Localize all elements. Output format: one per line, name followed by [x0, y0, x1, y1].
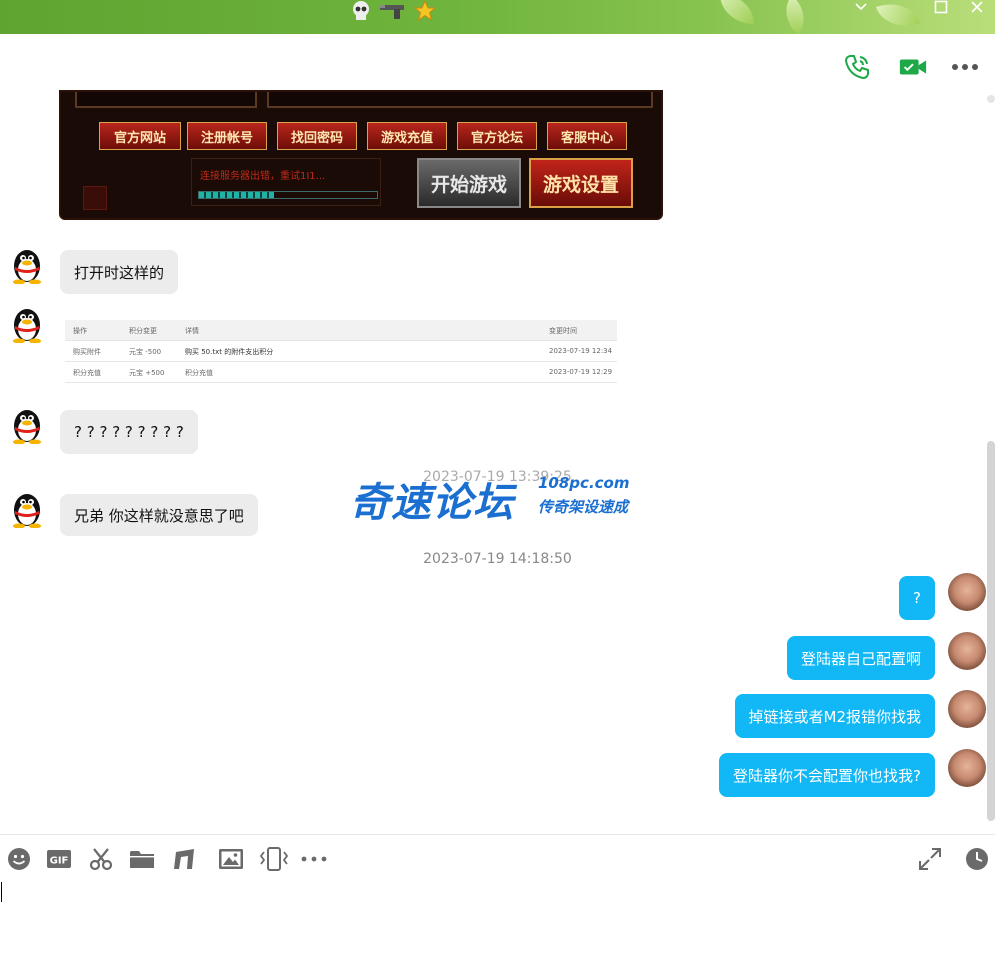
table-header: 操作 [73, 327, 87, 335]
qq-avatar[interactable] [9, 246, 45, 285]
scrollbar-thumb[interactable] [987, 441, 995, 821]
message-text: 打开时这样的 [74, 263, 165, 282]
message-bubble-sent[interactable]: ? [899, 576, 935, 620]
message-text: ? [913, 589, 921, 607]
watermark-title: 奇速论坛 [350, 480, 514, 526]
video-call-icon[interactable] [898, 52, 928, 82]
expand-icon[interactable] [917, 846, 943, 872]
game-status-text: 连接服务器出错，重试1I1... [200, 171, 326, 182]
title-icons [350, 0, 437, 27]
phone-icon[interactable] [842, 52, 872, 82]
text-input-caret[interactable] [1, 882, 2, 902]
table-header-row: 操作 积分变更 详情 变更时间 [65, 320, 617, 341]
watermark-subtitle: 传奇架设速成 [538, 498, 629, 516]
scissors-icon[interactable] [88, 846, 114, 872]
user-avatar[interactable] [948, 632, 986, 670]
table-cell: 积分充值 [73, 369, 101, 377]
maximize-icon[interactable] [926, 0, 956, 20]
close-icon[interactable] [962, 0, 992, 20]
game-launcher-screenshot[interactable]: 官方网站 注册帐号 找回密码 游戏充值 官方论坛 客服中心 连接服务器出错，重试… [59, 90, 663, 220]
game-progress-bar [198, 191, 378, 199]
frame-decoration [75, 92, 257, 108]
message-text: ? ? ? ? ? ? ? ? ? [74, 423, 184, 441]
chevron-down-icon[interactable] [846, 0, 876, 20]
game-button-recover: 找回密码 [277, 122, 357, 150]
image-icon[interactable] [218, 846, 244, 872]
message-text: 兄弟 你这样就没意思了吧 [74, 506, 244, 525]
watermark-url: 108pc.com [538, 474, 630, 492]
game-progress-fill [199, 192, 274, 198]
emoji-icon[interactable] [6, 846, 32, 872]
message-text: 掉链接或者M2报错你找我 [748, 707, 922, 726]
game-settings-button: 游戏设置 [529, 158, 633, 208]
more-tools-icon[interactable] [301, 846, 327, 872]
frame-decoration [267, 92, 653, 108]
message-bubble-received[interactable]: 打开时这样的 [60, 250, 179, 294]
gun-icon [378, 0, 408, 27]
table-cell: 元宝 +500 [129, 369, 165, 377]
message-bubble-sent[interactable]: 掉链接或者M2报错你找我 [734, 694, 935, 738]
scrollbar-arrow[interactable] [987, 95, 995, 103]
qq-avatar[interactable] [9, 305, 45, 344]
game-button-recharge: 游戏充值 [367, 122, 447, 150]
title-bar [0, 0, 995, 34]
table-row: 购买附件 元宝 -500 购买 50.txt 的附件支出积分 2023-07-1… [65, 341, 617, 362]
table-cell: 2023-07-19 12:29 [549, 368, 613, 376]
points-log-screenshot[interactable]: 操作 积分变更 详情 变更时间 购买附件 元宝 -500 购买 50.txt 的… [59, 308, 623, 386]
table-row: 积分充值 元宝 +500 积分充值 2023-07-19 12:29 [65, 362, 617, 383]
message-bubble-received[interactable]: 兄弟 你这样就没意思了吧 [60, 494, 258, 536]
table-header: 积分变更 [129, 327, 157, 335]
message-bubble-sent[interactable]: 登陆器你不会配置你也找我? [719, 753, 935, 797]
game-button-register: 注册帐号 [187, 122, 267, 150]
music-icon[interactable] [172, 846, 198, 872]
user-avatar[interactable] [948, 749, 986, 787]
table-cell: 购买附件 [73, 348, 101, 356]
game-button-forum: 官方论坛 [457, 122, 537, 150]
input-divider [0, 834, 995, 835]
folder-icon[interactable] [129, 846, 155, 872]
user-avatar[interactable] [948, 573, 986, 611]
leaf-decoration [720, 0, 754, 24]
more-icon[interactable] [950, 52, 980, 82]
message-bubble-received[interactable]: ? ? ? ? ? ? ? ? ? [60, 410, 198, 454]
gif-icon[interactable]: GIF [46, 846, 72, 872]
game-logo [83, 186, 107, 210]
message-text: 登陆器你不会配置你也找我? [733, 766, 921, 785]
qq-avatar[interactable] [9, 490, 45, 529]
game-button-website: 官方网站 [99, 122, 181, 150]
history-clock-icon[interactable] [964, 846, 990, 872]
leaf-decoration [775, 0, 815, 34]
shake-icon[interactable] [258, 846, 290, 872]
table-cell: 积分充值 [185, 369, 213, 377]
qq-avatar[interactable] [9, 406, 45, 445]
message-text: 登陆器自己配置啊 [800, 649, 921, 668]
message-bubble-sent[interactable]: 登陆器自己配置啊 [786, 636, 935, 680]
game-start-button: 开始游戏 [417, 158, 521, 208]
star-icon [413, 0, 437, 27]
skull-icon [350, 0, 372, 27]
svg-text:GIF: GIF [50, 856, 69, 867]
leaf-decoration [875, 0, 921, 34]
table-cell: 购买 50.txt 的附件支出积分 [185, 348, 274, 356]
table-header: 详情 [185, 327, 199, 335]
table-cell: 元宝 -500 [129, 348, 162, 356]
table-header: 变更时间 [549, 327, 577, 335]
game-button-support: 客服中心 [547, 122, 627, 150]
user-avatar[interactable] [948, 690, 986, 728]
watermark: 奇速论坛 108pc.com 传奇架设速成 [350, 468, 650, 526]
game-status-panel: 连接服务器出错，重试1I1... [191, 158, 381, 206]
table-cell: 2023-07-19 12:34 [549, 347, 613, 355]
timestamp: 2023-07-19 14:18:50 [423, 551, 572, 567]
